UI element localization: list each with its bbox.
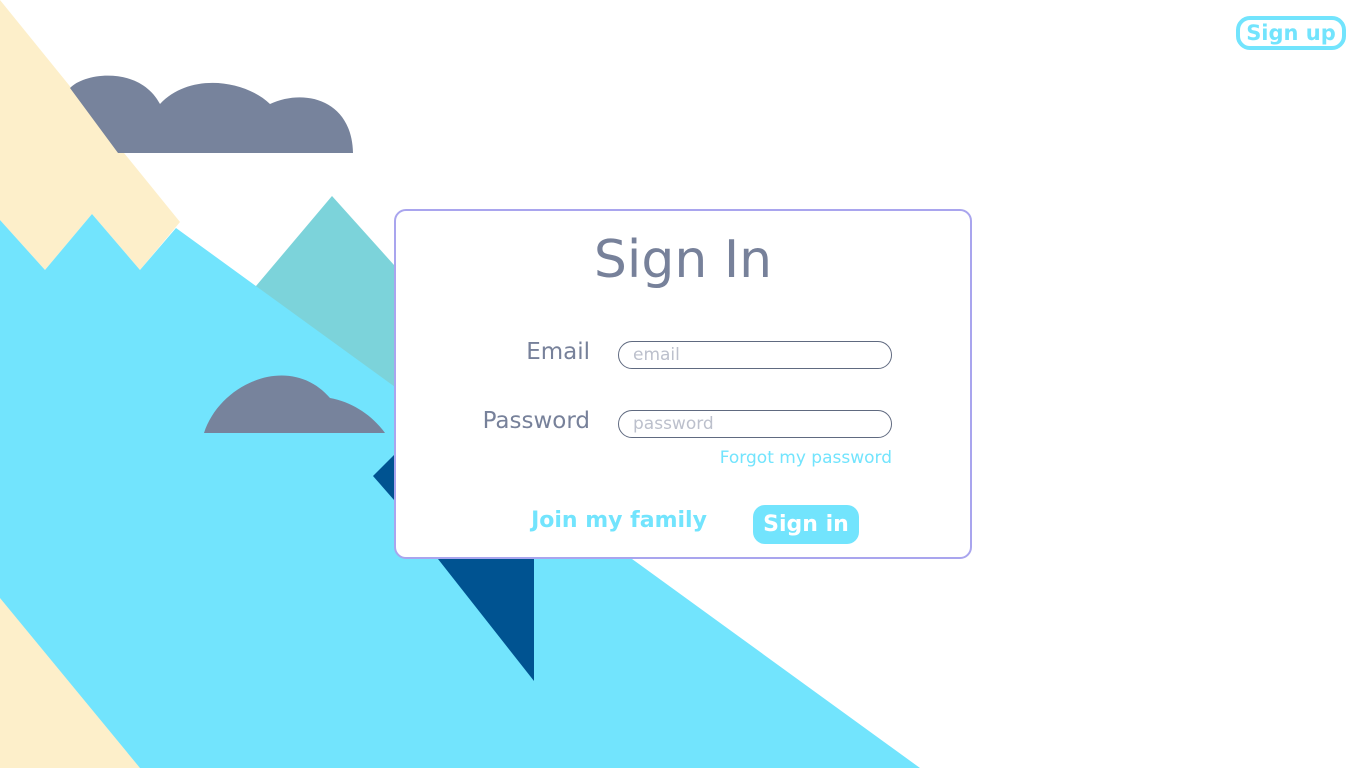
email-label: Email <box>526 339 590 365</box>
cloud-top <box>70 75 353 153</box>
password-input[interactable] <box>618 410 892 438</box>
sign-up-button[interactable]: Sign up <box>1236 16 1346 50</box>
password-label: Password <box>482 408 590 434</box>
sign-in-button[interactable]: Sign in <box>753 505 859 544</box>
forgot-password-link[interactable]: Forgot my password <box>678 448 892 468</box>
sign-in-title: Sign In <box>593 230 773 290</box>
sign-in-page: Sign up Sign In Email Password Forgot my… <box>0 0 1366 768</box>
sign-in-card: Sign In Email Password Forgot my passwor… <box>394 209 972 559</box>
email-input[interactable] <box>618 341 892 369</box>
join-family-link[interactable]: Join my family <box>514 508 724 533</box>
